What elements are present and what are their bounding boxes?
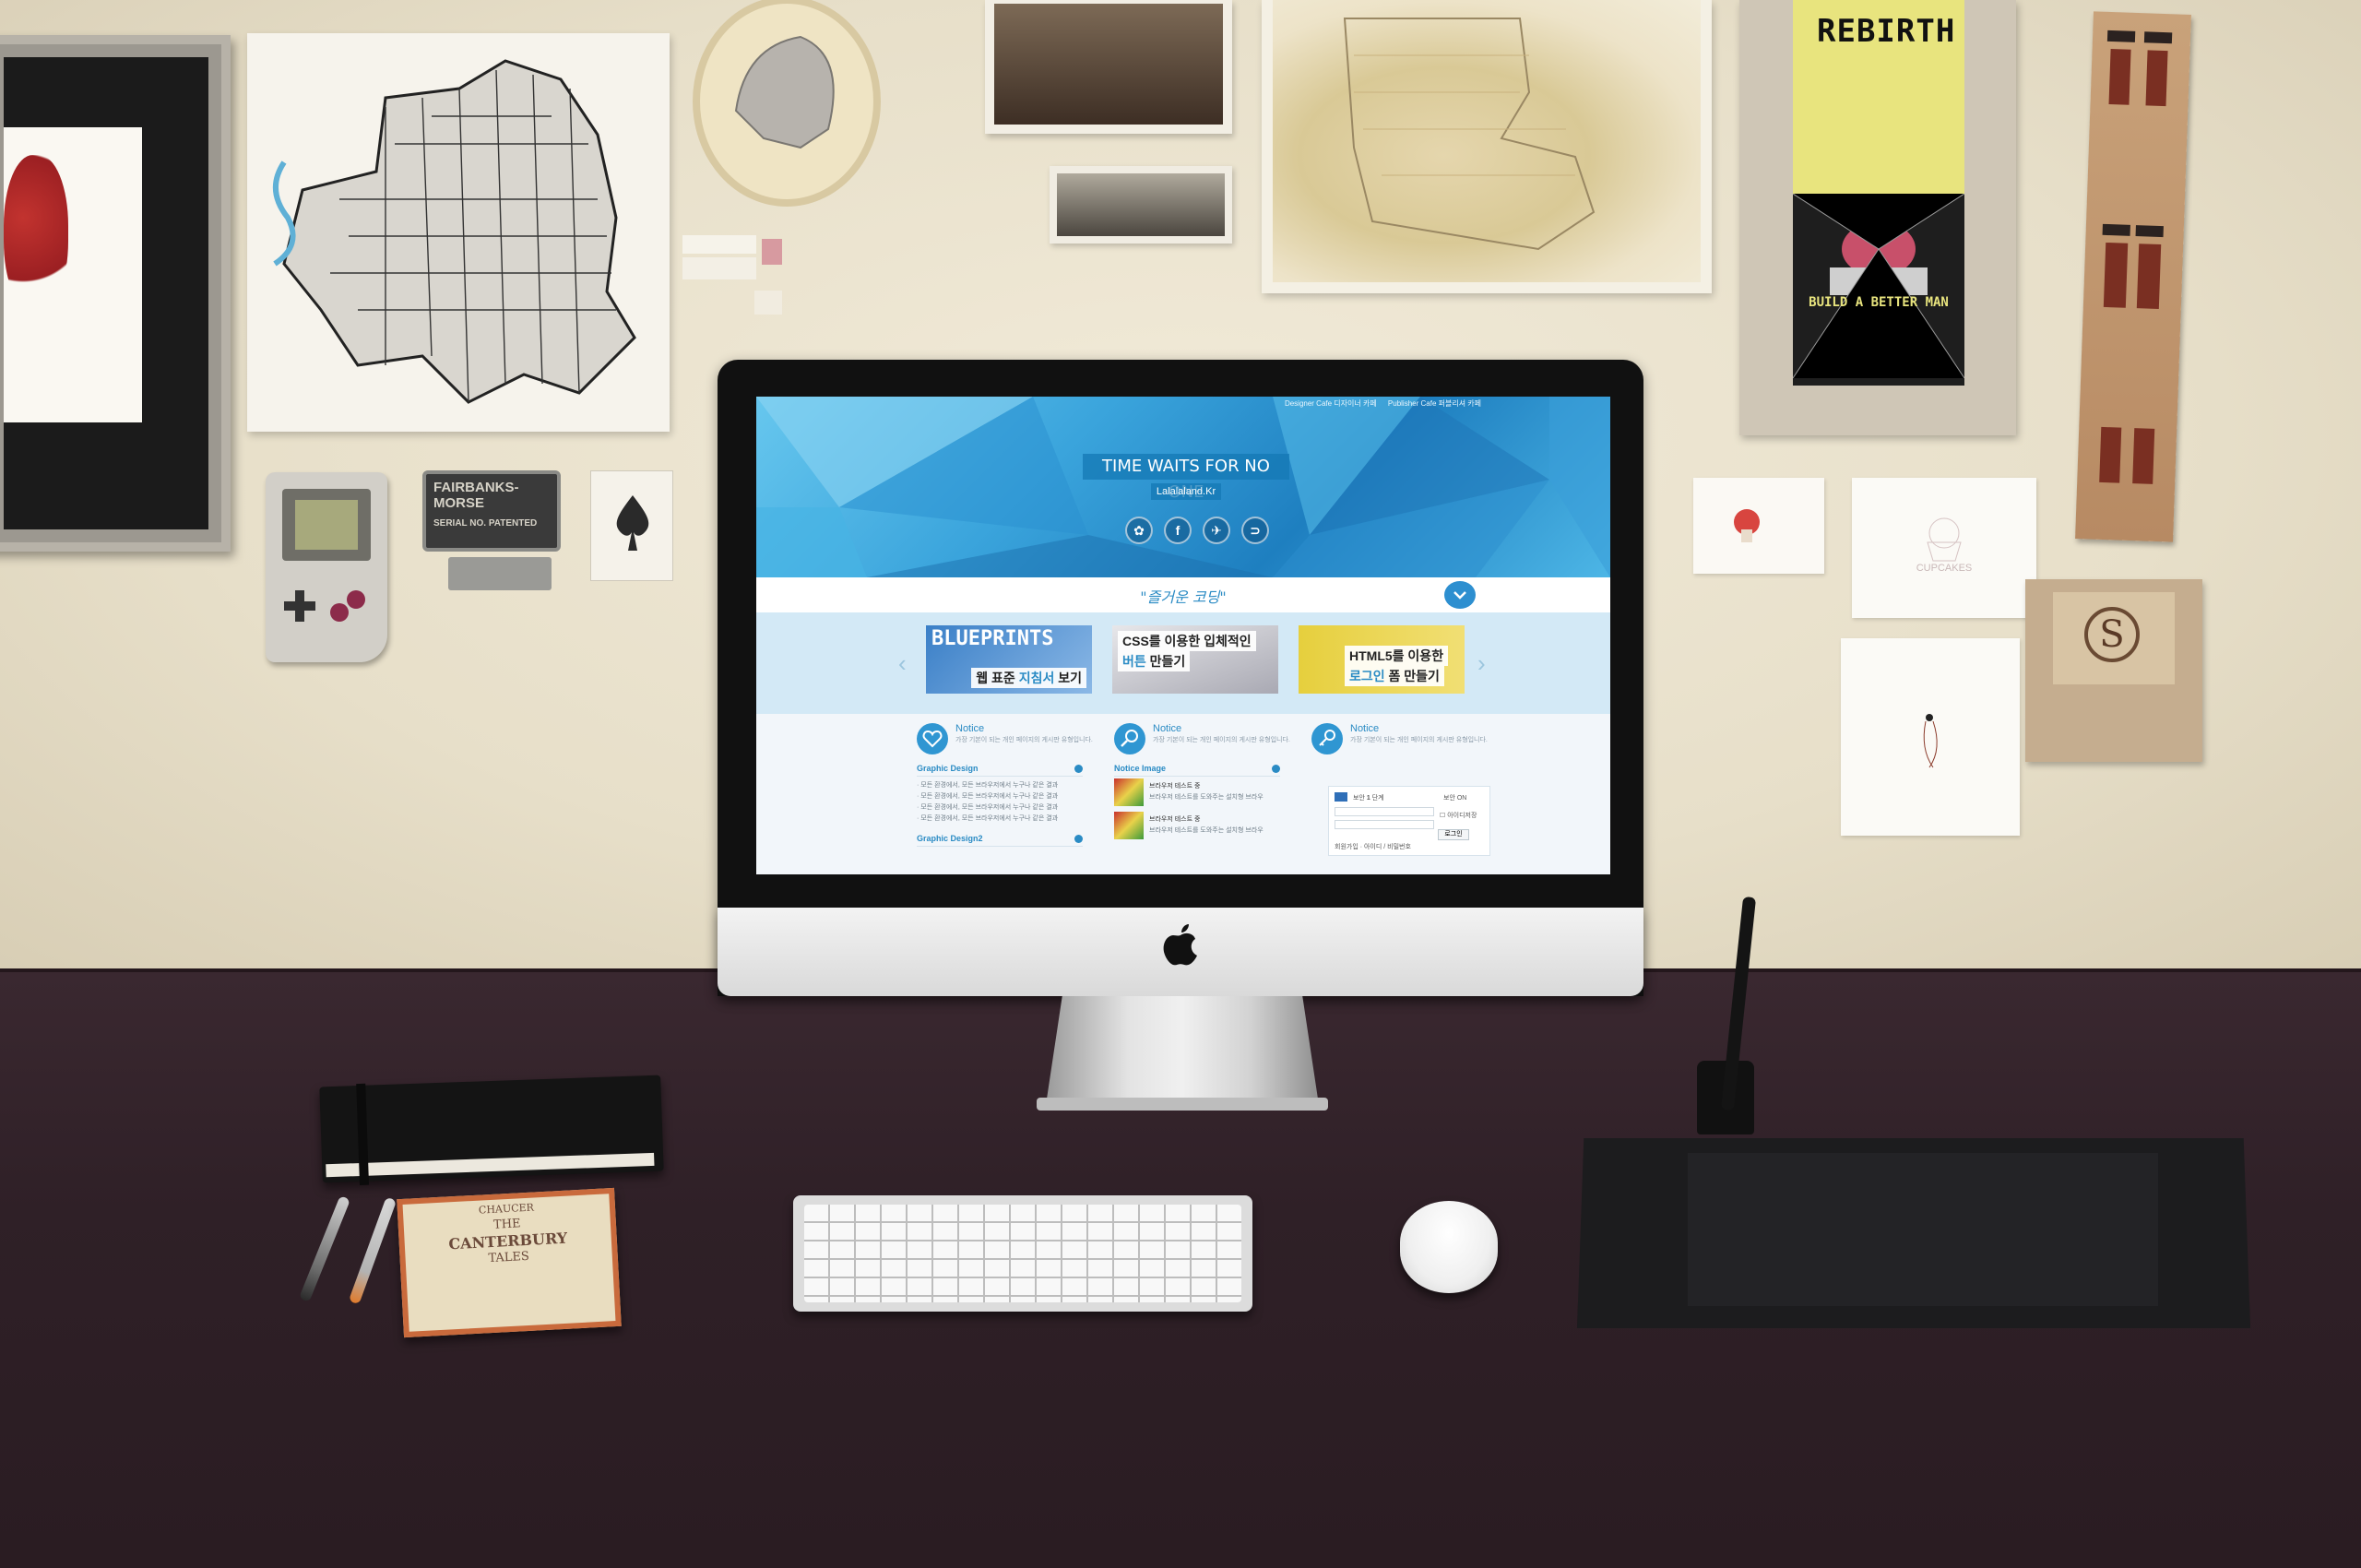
list-item[interactable]: 브라우저 테스트 중 브라우저 테스트를 도와주는 설치형 브라우 (1114, 812, 1280, 839)
column-login: Notice 가장 기본이 되는 개인 페이지의 게시판 유형입니다. 보안 1… (1311, 721, 1496, 874)
list-item[interactable]: · 모든 환경에서, 모든 브라우저에서 누구나 같은 결과 (917, 780, 1058, 790)
cupcake-card: CUPCAKES (1852, 478, 2036, 618)
framed-artwork (0, 35, 231, 552)
more-icon (1272, 765, 1280, 773)
hero-title: TIME WAITS FOR NO ONE (1083, 454, 1289, 502)
key-icon (1311, 723, 1343, 754)
apple-logo-icon (1163, 924, 1197, 966)
poster-title: REBIRTH (1817, 13, 1956, 50)
poster-tagline: BUILD A BETTER MAN (1809, 295, 1949, 310)
top-link-publisher-cafe[interactable]: Publisher Cafe 퍼블리셔 카페 (1388, 399, 1481, 408)
stitched-card (1841, 638, 2020, 836)
top-links: Designer Cafe 디자이너 카페 Publisher Cafe 퍼블리… (1275, 398, 1481, 409)
twitter-icon[interactable]: ✈ (1203, 517, 1230, 544)
section-head-graphic-design2[interactable]: Graphic Design2 (917, 834, 1083, 847)
username-field[interactable] (1335, 807, 1434, 816)
top-link-designer-cafe[interactable]: Designer Cafe 디자이너 카페 (1285, 399, 1377, 408)
column-description: 가장 기본이 되는 개인 페이지의 게시판 유형입니다. (1153, 737, 1290, 743)
column-graphic-design: Notice 가장 기본이 되는 개인 페이지의 게시판 유형입니다. Grap… (917, 721, 1101, 874)
ace-of-spades-card (590, 470, 673, 581)
stamp-and-notes (682, 235, 782, 315)
plate-brand: FAIRBANKS-MORSE (433, 480, 519, 511)
security-help-link[interactable]: 보안 ON (1443, 793, 1466, 802)
mushroom-card (1693, 478, 1824, 574)
drawing-tablet (1577, 1138, 2250, 1328)
list-item[interactable]: 브라우저 테스트 중 브라우저 테스트를 도와주는 설치형 브라우 (1114, 778, 1280, 806)
scroll-down-button[interactable] (1444, 581, 1476, 609)
list-item[interactable]: · 모든 환경에서, 모든 브라우저에서 누구나 같은 결과 (917, 802, 1058, 812)
imac-chin (718, 908, 1643, 996)
city-map-poster (247, 33, 670, 432)
password-field[interactable] (1335, 820, 1434, 829)
slide-css-line2: 버튼 만들기 (1118, 651, 1191, 671)
featured-slider: ‹ › BLUEPRINTS 웹 표준 지침서 보기 CSS를 이용한 입체적인… (756, 612, 1610, 714)
more-icon (1074, 835, 1083, 843)
rebirth-poster: REBIRTH BUILD A BETTER MAN (1739, 0, 2016, 435)
building-photo (985, 0, 1232, 134)
black-notebook (319, 1075, 664, 1186)
list-item[interactable]: · 모든 환경에서, 모든 브라우저에서 누구나 같은 결과 (917, 791, 1058, 801)
envelope-letter: S (2084, 607, 2140, 662)
envelope: S (2025, 579, 2202, 762)
security-level-text: 보안 1 단계 (1353, 795, 1384, 802)
tagline: "즐거운 코딩" (1140, 588, 1227, 606)
slide-html5-line1: HTML5를 이용한 (1345, 646, 1449, 666)
remember-id-checkbox[interactable]: ☐ 아이디저장 (1440, 811, 1477, 820)
metal-tag (448, 557, 552, 590)
search-icon (1114, 723, 1145, 754)
rss-icon[interactable]: ⊃ (1241, 517, 1269, 544)
column-title: Notice (955, 723, 985, 734)
folk-art-panel (2075, 11, 2191, 542)
game-boy (266, 472, 387, 662)
slide-blueprints-title: BLUEPRINTS (931, 627, 1054, 650)
tagline-bar: "즐거운 코딩" (756, 577, 1610, 612)
slide-css-line1: CSS를 이용한 입체적인 (1118, 631, 1256, 651)
imac-stand-base (1037, 1098, 1328, 1111)
account-links[interactable]: 회원가입 · 아이디 / 비밀번호 (1335, 842, 1411, 851)
section-head-graphic-design[interactable]: Graphic Design (917, 764, 1083, 777)
thumbnail-image (1114, 812, 1144, 839)
login-button[interactable]: 로그인 (1438, 829, 1469, 840)
column-notice-image: Notice 가장 기본이 되는 개인 페이지의 게시판 유형입니다. Noti… (1114, 721, 1299, 874)
imac-stand (1046, 996, 1319, 1105)
canterbury-tales-book: CHAUCER THE CANTERBURY TALES (397, 1187, 622, 1338)
section-head-notice-image[interactable]: Notice Image (1114, 764, 1280, 777)
cupcake-label: CUPCAKES (1916, 563, 1973, 574)
hero-subtitle: Lalalaland.Kr (1151, 483, 1221, 500)
slide-html5-line2: 로그인 폼 만들기 (1345, 666, 1444, 686)
slide-blueprints[interactable]: BLUEPRINTS 웹 표준 지침서 보기 (926, 625, 1092, 694)
share-icon[interactable]: ✿ (1125, 517, 1153, 544)
rhino-sculpture (690, 0, 884, 212)
thumbnail-image (1114, 778, 1144, 806)
louisiana-map (1262, 0, 1712, 293)
slider-next-button[interactable]: › (1477, 649, 1486, 678)
slider-prev-button[interactable]: ‹ (898, 649, 907, 678)
facebook-icon[interactable]: f (1164, 517, 1192, 544)
magic-mouse (1400, 1201, 1498, 1293)
chevron-down-icon (1453, 591, 1466, 600)
hero-banner: Designer Cafe 디자이너 카페 Publisher Cafe 퍼블리… (756, 397, 1610, 577)
list-item[interactable]: · 모든 환경에서, 모든 브라우저에서 누구나 같은 결과 (917, 814, 1058, 823)
slide-css-buttons[interactable]: CSS를 이용한 입체적인 버튼 만들기 (1112, 625, 1278, 694)
warehouse-photo (1050, 166, 1232, 244)
login-box: 보안 1 단계 보안 ON ☐ 아이디저장 로그인 회원가입 · 아이디 / 비… (1328, 786, 1490, 856)
column-description: 가장 기본이 되는 개인 페이지의 게시판 유형입니다. (1350, 737, 1488, 743)
slide-html5-login[interactable]: HTML5를 이용한 로그인 폼 만들기 (1299, 625, 1465, 694)
heart-icon (917, 723, 948, 754)
security-level-badge (1335, 792, 1347, 802)
column-title: Notice (1153, 723, 1182, 734)
fairbanks-morse-plate: FAIRBANKS-MORSE SERIAL NO. PATENTED (422, 470, 561, 552)
content-columns: Notice 가장 기본이 되는 개인 페이지의 게시판 유형입니다. Grap… (756, 714, 1610, 874)
more-icon (1074, 765, 1083, 773)
monitor-screen: Designer Cafe 디자이너 카페 Publisher Cafe 퍼블리… (756, 397, 1610, 874)
keyboard (793, 1195, 1252, 1312)
column-description: 가장 기본이 되는 개인 페이지의 게시판 유형입니다. (955, 737, 1093, 743)
plate-detail: SERIAL NO. PATENTED (433, 518, 538, 529)
slide-blueprints-caption: 웹 표준 지침서 보기 (971, 668, 1086, 688)
column-title: Notice (1350, 723, 1380, 734)
